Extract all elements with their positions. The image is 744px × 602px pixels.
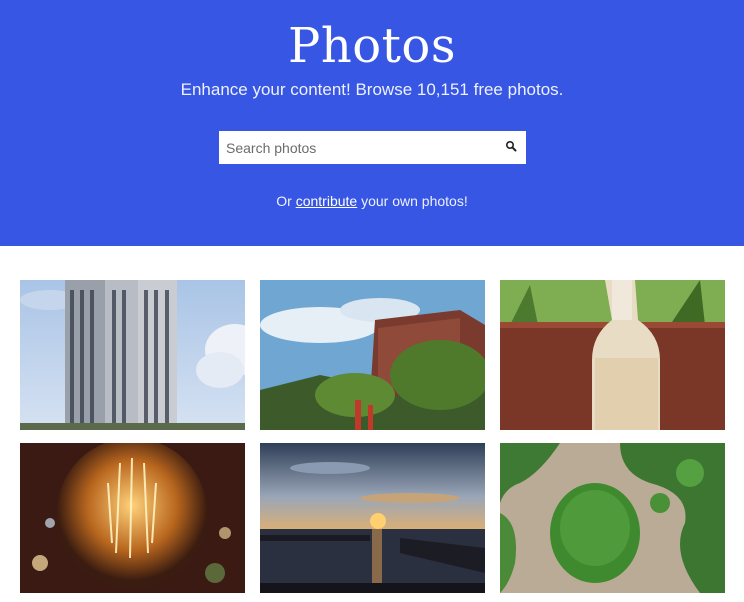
light-bulb-image — [20, 443, 245, 593]
photo-milk-bottle[interactable] — [500, 280, 725, 430]
search-button[interactable] — [504, 139, 520, 155]
contribute-suffix: your own photos! — [361, 193, 468, 209]
hero-subtitle: Enhance your content! Browse 10,151 free… — [180, 80, 564, 99]
page-title: Photos — [288, 18, 456, 74]
hero-banner: Photos Enhance your content! Browse 10,1… — [0, 0, 744, 246]
contribute-prefix: Or — [276, 193, 292, 209]
contribute-link[interactable]: contribute — [296, 193, 357, 209]
search-icon — [505, 140, 517, 152]
contribute-line: Or contribute your own photos! — [0, 193, 744, 209]
milk-bottle-image — [500, 280, 725, 430]
photo-harbor-sunset[interactable] — [260, 443, 485, 593]
photo-light-bulb[interactable] — [20, 443, 245, 593]
skyscraper-image — [20, 280, 245, 430]
search-input[interactable] — [219, 131, 499, 164]
hillside-building-image — [260, 280, 485, 430]
search-box — [219, 131, 526, 164]
photo-skyscraper[interactable] — [20, 280, 245, 430]
photo-aerial-mangrove[interactable] — [500, 443, 725, 593]
photo-hillside-building[interactable] — [260, 280, 485, 430]
harbor-sunset-image — [260, 443, 485, 593]
aerial-mangrove-image — [500, 443, 725, 593]
